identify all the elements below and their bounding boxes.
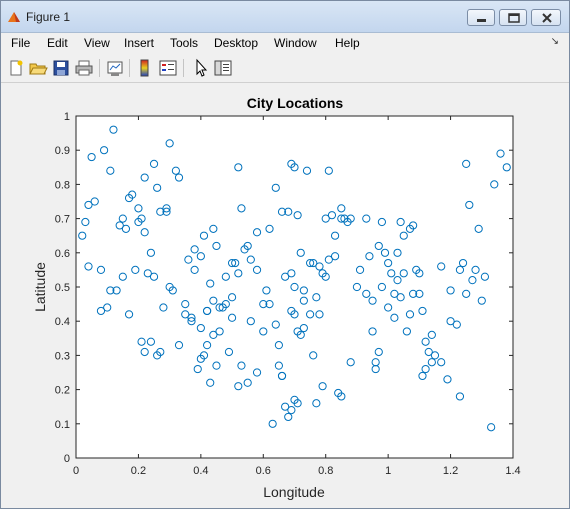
toolbar-separator — [129, 59, 130, 77]
x-tick-label: 1.2 — [443, 465, 458, 477]
property-inspector-icon[interactable] — [213, 58, 233, 78]
toolbar-separator — [99, 59, 100, 77]
save-icon[interactable] — [51, 58, 71, 78]
maximize-button[interactable] — [499, 9, 527, 26]
y-tick-label: 0.8 — [55, 179, 70, 191]
x-tick-label: 1 — [385, 465, 391, 477]
y-tick-label: 0.7 — [55, 214, 70, 226]
window-title: Figure 1 — [26, 10, 71, 24]
figure-canvas[interactable]: City Locations 0 0.1 0.2 0.3 0.4 0.5 0.6 0.7 0.8… — [1, 83, 569, 508]
dock-figure-icon[interactable]: ↘ — [551, 36, 559, 47]
y-tick-label: 1 — [64, 111, 70, 123]
print-icon[interactable] — [74, 58, 94, 78]
menu-help[interactable]: Help — [335, 36, 360, 50]
menu-view[interactable]: View — [84, 36, 110, 50]
y-tick-label: 0.9 — [55, 145, 70, 157]
insert-colorbar-icon[interactable] — [135, 58, 155, 78]
close-icon — [542, 13, 552, 23]
maximize-icon — [508, 13, 520, 23]
axes-background — [75, 115, 514, 459]
y-tick-label: 0.6 — [55, 248, 70, 260]
insert-legend-icon[interactable] — [158, 58, 178, 78]
x-tick-label: 0.4 — [193, 465, 208, 477]
menu-desktop[interactable]: Desktop — [214, 36, 258, 50]
y-tick-label: 0.1 — [55, 419, 70, 431]
scatter-plot[interactable]: City Locations 0 0.1 0.2 0.3 0.4 0.5 0.6 0.7 0.8… — [1, 83, 569, 508]
chart-title: City Locations — [247, 95, 344, 111]
matlab-app-icon — [8, 12, 20, 22]
y-tick-label: 0.3 — [55, 350, 70, 362]
toolbar-separator — [183, 59, 184, 77]
y-tick-label: 0.2 — [55, 385, 70, 397]
x-tick-label: 1.4 — [505, 465, 520, 477]
figure-window: Figure 1 File Edit View Insert Tools Des… — [0, 0, 570, 509]
menu-insert[interactable]: Insert — [124, 36, 154, 50]
menu-bar: File Edit View Insert Tools Desktop Wind… — [1, 33, 569, 54]
edit-plot-arrow-icon[interactable] — [191, 58, 211, 78]
y-tick-label: 0.4 — [55, 316, 70, 328]
new-figure-icon[interactable] — [6, 58, 26, 78]
link-plot-icon[interactable] — [105, 58, 125, 78]
x-tick-label: 0 — [73, 465, 79, 477]
y-axis-label: Latitude — [32, 262, 48, 312]
menu-window[interactable]: Window — [274, 36, 317, 50]
menu-file[interactable]: File — [11, 36, 30, 50]
menu-tools[interactable]: Tools — [170, 36, 198, 50]
x-tick-label: 0.8 — [318, 465, 333, 477]
close-button[interactable] — [531, 9, 561, 26]
minimize-icon — [477, 19, 486, 22]
figure-toolbar — [1, 54, 569, 83]
minimize-button[interactable] — [467, 9, 495, 26]
x-tick-label: 0.6 — [256, 465, 271, 477]
y-tick-label: 0.5 — [55, 282, 70, 294]
x-tick-label: 0.2 — [131, 465, 146, 477]
y-tick-label: 0 — [64, 453, 70, 465]
open-file-icon[interactable] — [28, 58, 48, 78]
menu-edit[interactable]: Edit — [47, 36, 68, 50]
x-axis-label: Longitude — [263, 484, 325, 500]
title-bar[interactable]: Figure 1 — [1, 1, 569, 33]
